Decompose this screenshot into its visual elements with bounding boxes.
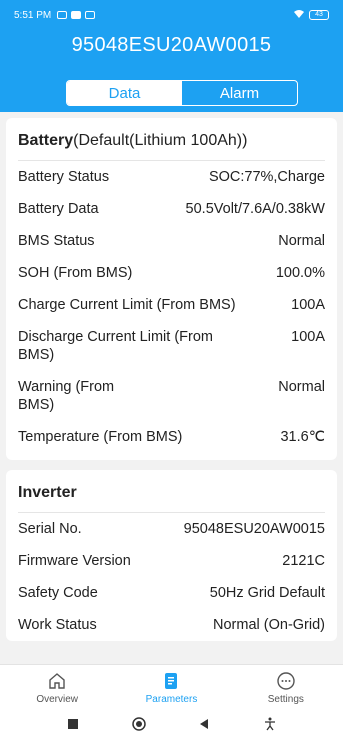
firmware-row: Firmware Version 2121C [18, 545, 325, 577]
system-icons: 43 [293, 9, 329, 22]
nav-parameters[interactable]: Parameters [114, 665, 228, 710]
row-value: 50.5Volt/7.6A/0.38kW [185, 201, 325, 217]
nav-settings[interactable]: Settings [229, 665, 343, 710]
row-label: Discharge Current Limit (From BMS) [18, 329, 213, 363]
row-value: Normal [278, 379, 325, 395]
row-label: Battery Status [18, 169, 110, 185]
row-label: Work Status [18, 617, 97, 633]
safety-code-row: Safety Code 50Hz Grid Default [18, 577, 325, 609]
content-scroll[interactable]: Battery(Default(Lithium 100Ah)) Battery … [0, 114, 343, 663]
notification-icon [57, 11, 68, 19]
battery-status-row: Battery Status SOC:77%,Charge [18, 161, 325, 193]
row-value: Normal (On-Grid) [213, 617, 325, 633]
warning-row: Warning (From BMS) Normal [18, 371, 325, 421]
document-icon [165, 672, 178, 689]
nav-parameters-label: Parameters [145, 693, 198, 705]
inverter-card-title: Inverter [18, 470, 325, 513]
row-label: Temperature (From BMS) [18, 429, 183, 445]
row-label: Serial No. [18, 521, 82, 537]
row-label: Battery Data [18, 201, 99, 217]
row-label: Firmware Version [18, 553, 131, 569]
temperature-row: Temperature (From BMS) 31.6℃ [18, 421, 325, 460]
bottom-nav: Overview Parameters Settings [0, 664, 343, 710]
work-status-row: Work Status Normal (On-Grid) [18, 609, 325, 641]
notification-icons [57, 11, 96, 19]
inverter-card: Inverter Serial No. 95048ESU20AW0015 Fir… [6, 470, 337, 641]
row-label: Charge Current Limit (From BMS) [18, 297, 236, 313]
row-value: 100A [291, 297, 325, 313]
battery-data-row: Battery Data 50.5Volt/7.6A/0.38kW [18, 193, 325, 225]
app-header: 5:51 PM 43 95048ESU20AW0015 Data Alarm [0, 0, 343, 112]
wifi-icon [293, 9, 305, 22]
row-value: 100.0% [275, 265, 325, 281]
home-button-icon[interactable] [131, 716, 146, 731]
row-value: 95048ESU20AW0015 [183, 521, 325, 537]
row-value: 2121C [282, 553, 325, 569]
row-value: 50Hz Grid Default [209, 585, 325, 601]
soh-row: SOH (From BMS) 100.0% [18, 257, 325, 289]
recents-icon[interactable] [66, 717, 80, 731]
tab-data[interactable]: Data [67, 81, 182, 105]
bms-status-row: BMS Status Normal [18, 225, 325, 257]
row-label: Safety Code [18, 585, 98, 601]
battery-card: Battery(Default(Lithium 100Ah)) Battery … [6, 118, 337, 460]
nav-overview-label: Overview [36, 693, 78, 705]
back-icon[interactable] [197, 717, 211, 731]
row-value: Normal [278, 233, 325, 249]
nav-settings-label: Settings [267, 693, 304, 705]
status-time: 5:51 PM [14, 9, 52, 21]
home-icon [49, 672, 65, 689]
row-value: SOC:77%,Charge [208, 169, 325, 185]
serial-row: Serial No. 95048ESU20AW0015 [18, 513, 325, 545]
tab-alarm[interactable]: Alarm [182, 81, 297, 105]
charge-limit-row: Charge Current Limit (From BMS) 100A [18, 289, 325, 321]
accessibility-icon[interactable] [263, 717, 277, 731]
more-icon [277, 671, 295, 690]
row-label: BMS Status [18, 233, 95, 249]
row-label: SOH (From BMS) [18, 265, 133, 281]
page-title: 95048ESU20AW0015 [71, 34, 272, 56]
message-icon [71, 11, 82, 19]
row-value: 100A [291, 329, 325, 345]
battery-icon: 43 [309, 10, 329, 20]
discharge-limit-row: Discharge Current Limit (From BMS) 100A [18, 321, 325, 371]
nav-overview[interactable]: Overview [0, 665, 114, 710]
battery-title-sub: (Default(Lithium 100Ah)) [73, 132, 248, 149]
battery-card-title: Battery(Default(Lithium 100Ah)) [18, 118, 325, 161]
app-icon [85, 11, 96, 19]
row-label: Warning (From BMS) [18, 379, 115, 413]
tab-switcher: Data Alarm [66, 80, 298, 106]
status-bar: 5:51 PM 43 [14, 8, 329, 22]
row-value: 31.6℃ [280, 429, 325, 445]
system-nav-bar [0, 710, 343, 737]
battery-title-bold: Battery [18, 132, 74, 149]
